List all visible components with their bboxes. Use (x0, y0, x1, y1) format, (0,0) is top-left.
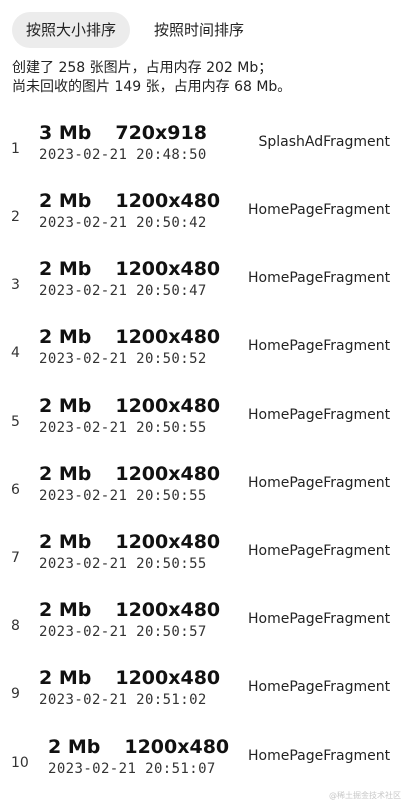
row-timestamp: 2023-02-21 20:50:47 (39, 283, 207, 299)
row-timestamp: 2023-02-21 20:50:55 (39, 420, 207, 436)
row-fragment: SplashAdFragment (258, 134, 391, 150)
row-timestamp: 2023-02-21 20:50:52 (39, 351, 207, 367)
row-size-line: 2 Mb 1200x480 (39, 599, 220, 621)
row-size-line: 2 Mb 1200x480 (39, 395, 220, 417)
row-fragment: HomePageFragment (248, 338, 390, 354)
row-dimensions: 1200x480 (115, 531, 221, 553)
row-fragment: HomePageFragment (248, 407, 390, 423)
row-dimensions: 1200x480 (115, 667, 221, 689)
list-item[interactable]: 6 2 Mb 1200x480 2023-02-21 20:50:55 HomeP… (0, 463, 409, 531)
list-item[interactable]: 4 2 Mb 1200x480 2023-02-21 20:50:52 HomeP… (0, 326, 409, 394)
memory-summary: 创建了 258 张图片，占用内存 202 Mb； 尚未回收的图片 149 张，占… (12, 59, 404, 97)
list-item[interactable]: 7 2 Mb 1200x480 2023-02-21 20:50:55 HomeP… (0, 531, 409, 599)
row-size: 2 Mb (48, 736, 101, 758)
row-index: 8 (11, 618, 20, 634)
row-dimensions: 1200x480 (115, 326, 221, 348)
row-fragment: HomePageFragment (248, 270, 390, 286)
row-size-line: 2 Mb 1200x480 (39, 190, 220, 212)
row-size-line: 2 Mb 1200x480 (39, 667, 220, 689)
row-fragment: HomePageFragment (248, 679, 390, 695)
list-item[interactable]: 5 2 Mb 1200x480 2023-02-21 20:50:55 HomeP… (0, 395, 409, 463)
sort-tabs: 按照大小排序 按照时间排序 (12, 12, 258, 48)
row-timestamp: 2023-02-21 20:51:02 (39, 692, 207, 708)
row-size-line: 2 Mb 1200x480 (39, 531, 220, 553)
row-dimensions: 1200x480 (115, 190, 221, 212)
watermark: @稀土掘金技术社区 (329, 791, 401, 800)
row-size-line: 3 Mb 720x918 (39, 122, 207, 144)
row-size: 2 Mb (39, 190, 92, 212)
list-item[interactable]: 9 2 Mb 1200x480 2023-02-21 20:51:02 HomeP… (0, 667, 409, 735)
row-timestamp: 2023-02-21 20:50:57 (39, 624, 207, 640)
row-size: 3 Mb (39, 122, 92, 144)
row-fragment: HomePageFragment (248, 748, 390, 764)
list-item[interactable]: 8 2 Mb 1200x480 2023-02-21 20:50:57 HomeP… (0, 599, 409, 667)
row-index: 1 (11, 141, 20, 157)
row-dimensions: 1200x480 (115, 599, 221, 621)
row-index: 9 (11, 686, 20, 702)
tab-sort-by-size[interactable]: 按照大小排序 (12, 12, 131, 48)
list-item[interactable]: 1 3 Mb 720x918 2023-02-21 20:48:50 Splash… (0, 122, 409, 190)
row-index: 6 (11, 482, 20, 498)
row-timestamp: 2023-02-21 20:51:07 (48, 761, 216, 777)
summary-created: 创建了 258 张图片，占用内存 202 Mb； (12, 60, 273, 76)
row-size-line: 2 Mb 1200x480 (39, 326, 220, 348)
row-dimensions: 720x918 (115, 122, 207, 144)
list-item[interactable]: 2 2 Mb 1200x480 2023-02-21 20:50:42 HomeP… (0, 190, 409, 258)
list-item[interactable]: 3 2 Mb 1200x480 2023-02-21 20:50:47 HomeP… (0, 258, 409, 326)
row-size-line: 2 Mb 1200x480 (39, 258, 220, 280)
row-size: 2 Mb (39, 531, 92, 553)
row-timestamp: 2023-02-21 20:48:50 (39, 147, 207, 163)
row-index: 4 (11, 345, 20, 361)
row-dimensions: 1200x480 (115, 395, 221, 417)
summary-unreleased: 尚未回收的图片 149 张，占用内存 68 Mb。 (12, 79, 292, 95)
row-dimensions: 1200x480 (115, 258, 221, 280)
row-timestamp: 2023-02-21 20:50:55 (39, 556, 207, 572)
row-size: 2 Mb (39, 463, 92, 485)
row-timestamp: 2023-02-21 20:50:42 (39, 215, 207, 231)
row-fragment: HomePageFragment (248, 611, 390, 627)
row-size: 2 Mb (39, 599, 92, 621)
row-size: 2 Mb (39, 326, 92, 348)
row-fragment: HomePageFragment (248, 475, 390, 491)
row-index: 10 (11, 755, 29, 771)
row-size-line: 2 Mb 1200x480 (48, 736, 229, 758)
row-size: 2 Mb (39, 258, 92, 280)
row-size: 2 Mb (39, 667, 92, 689)
row-dimensions: 1200x480 (115, 463, 221, 485)
row-size: 2 Mb (39, 395, 92, 417)
row-index: 5 (11, 414, 20, 430)
row-index: 3 (11, 277, 20, 293)
row-size-line: 2 Mb 1200x480 (39, 463, 220, 485)
row-timestamp: 2023-02-21 20:50:55 (39, 488, 207, 504)
row-dimensions: 1200x480 (124, 736, 230, 758)
row-fragment: HomePageFragment (248, 202, 390, 218)
row-fragment: HomePageFragment (248, 543, 390, 559)
row-index: 2 (11, 209, 20, 225)
tab-sort-by-time[interactable]: 按照时间排序 (140, 12, 258, 48)
row-index: 7 (11, 550, 20, 566)
